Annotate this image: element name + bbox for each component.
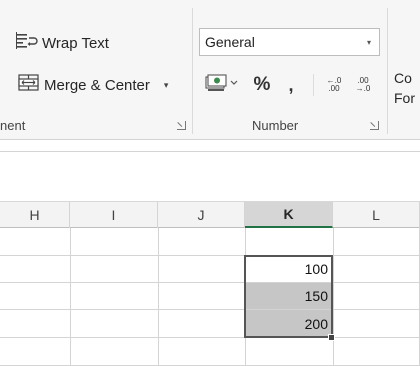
number-group-label: Number bbox=[252, 118, 299, 133]
grid-line bbox=[0, 337, 420, 338]
column-header-i[interactable]: I bbox=[70, 202, 158, 228]
wrap-text-icon bbox=[16, 32, 38, 54]
alignment-group-label: nent bbox=[0, 118, 26, 133]
column-header-k[interactable]: K bbox=[245, 202, 333, 228]
merge-center-icon bbox=[18, 74, 40, 96]
chevron-down-icon[interactable]: ▾ bbox=[367, 38, 371, 47]
fill-handle[interactable] bbox=[328, 334, 335, 341]
worksheet-gap bbox=[0, 152, 420, 202]
accounting-icon bbox=[205, 73, 241, 98]
increase-decimal-bottom: .00 bbox=[328, 84, 340, 93]
group-separator bbox=[387, 8, 388, 134]
alignment-dialog-launcher-icon[interactable] bbox=[177, 121, 186, 130]
number-format-value: General bbox=[205, 34, 255, 50]
number-format-dropdown[interactable]: General ▾ bbox=[199, 28, 380, 56]
grid-line bbox=[0, 282, 420, 283]
group-separator bbox=[192, 8, 193, 134]
ribbon: Wrap Text Merge & Center ▾ nent General … bbox=[0, 0, 420, 140]
column-headers: H I J K L bbox=[0, 201, 420, 228]
conditional-formatting-label-line2: For bbox=[394, 90, 415, 106]
column-header-j[interactable]: J bbox=[158, 202, 245, 228]
decrease-decimal-bottom: →.0 bbox=[355, 84, 371, 93]
percent-style-button[interactable]: % bbox=[251, 72, 273, 98]
worksheet-grid[interactable] bbox=[0, 228, 420, 366]
grid-line bbox=[0, 309, 420, 310]
grid-line bbox=[333, 228, 334, 366]
merge-center-label: Merge & Center bbox=[44, 76, 150, 94]
increase-decimal-button[interactable]: ←.0 .00 bbox=[323, 72, 345, 98]
ribbon-divider bbox=[0, 139, 420, 140]
separator bbox=[313, 74, 314, 96]
column-header-h[interactable]: H bbox=[0, 202, 70, 228]
merge-center-button[interactable]: Merge & Center ▾ bbox=[18, 72, 168, 98]
selection-range bbox=[244, 255, 333, 338]
conditional-formatting-button[interactable]: Co For bbox=[394, 68, 415, 108]
decrease-decimal-button[interactable]: .00 →.0 bbox=[352, 72, 374, 98]
accounting-format-button[interactable] bbox=[203, 72, 243, 98]
column-header-l[interactable]: L bbox=[333, 202, 420, 228]
number-dialog-launcher-icon[interactable] bbox=[370, 121, 379, 130]
wrap-text-button[interactable]: Wrap Text bbox=[16, 30, 109, 56]
grid-line bbox=[158, 228, 159, 366]
grid-line bbox=[0, 255, 420, 256]
comma-style-button[interactable]: , bbox=[283, 72, 299, 98]
wrap-text-label: Wrap Text bbox=[42, 34, 109, 52]
merge-center-dropdown-icon[interactable]: ▾ bbox=[164, 80, 169, 91]
conditional-formatting-label-line1: Co bbox=[394, 70, 412, 86]
grid-line bbox=[70, 228, 71, 366]
